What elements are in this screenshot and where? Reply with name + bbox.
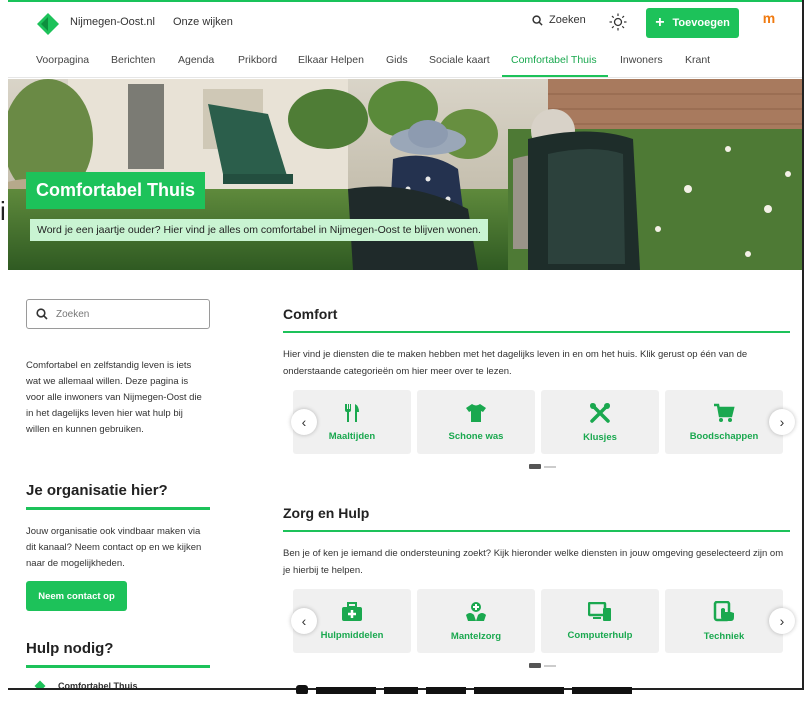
nav-inwoners[interactable]: Inwoners [620,54,663,66]
contact-button[interactable]: Neem contact op [26,581,127,611]
site-logo-icon[interactable] [36,12,60,36]
search-icon [36,308,48,320]
nav-berichten[interactable]: Berichten [111,54,155,66]
help-link[interactable]: Comfortabel Thuis [34,680,138,690]
zorg-text: Ben je of ken je iemand die ondersteunin… [283,548,784,576]
carousel-dot[interactable] [544,664,556,667]
toevoegen-button[interactable]: + Toevoegen [646,8,739,38]
card-label: Mantelzorg [450,630,502,642]
top-bar: Nijmegen-Oost.nl Onze wijken Zoeken + To… [8,0,802,44]
zorg-heading-line [283,530,790,532]
site-logo-icon [34,680,46,688]
nav-voorpagina[interactable]: Voorpagina [36,54,89,66]
card-techniek[interactable]: Techniek [665,589,783,653]
help-link-label: Comfortabel Thuis [58,681,138,690]
nav-comfortabel-thuis[interactable]: Comfortabel Thuis [511,54,597,66]
tools-icon [590,402,610,423]
cutlery-icon [345,403,359,422]
org-heading-line [26,507,210,510]
card-label: Boodschappen [689,430,759,442]
comfort-prev-arrow[interactable]: ‹ [291,409,317,435]
card-boodschappen[interactable]: Boodschappen [665,390,783,454]
card-label: Computerhulp [567,629,633,641]
site-name[interactable]: Nijmegen-Oost.nl [70,16,155,28]
overlapping-text-fragment [296,680,766,694]
carousel-dot[interactable] [544,465,556,468]
nav-elkaar-helpen[interactable]: Elkaar Helpen [298,54,364,66]
onze-wijken-link[interactable]: Onze wijken [173,16,233,28]
card-klusjes[interactable]: Klusjes [541,390,659,454]
search-icon [532,14,543,26]
nav-prikbord[interactable]: Prikbord [238,54,277,66]
card-label: Schone was [448,430,504,442]
org-text: Jouw organisatie ook vindbaar maken via … [26,526,202,569]
help-heading-line [26,665,210,668]
top-search[interactable]: Zoeken [532,14,586,26]
card-schone-was[interactable]: Schone was [417,390,535,454]
nav-gids[interactable]: Gids [386,54,408,66]
theme-toggle-sun-icon[interactable] [609,13,627,31]
carousel-dot-active[interactable] [529,663,541,668]
sidebar-search-input[interactable]: Zoeken [26,299,210,329]
hero-title: Comfortabel Thuis [26,172,206,209]
nav-krant[interactable]: Krant [685,54,710,66]
toevoegen-label: Toevoegen [672,17,730,29]
nav-sociale-kaart[interactable]: Sociale kaart [429,54,490,66]
hero-subtitle: Word je een jaartje ouder? Hier vind je … [30,219,488,241]
comfort-heading-line [283,331,790,333]
screenshot-frame: i Nijmegen-Oost.nl Onze wijken Zoeken + … [0,0,810,714]
cut-off-text-strip [296,685,632,694]
comfort-heading: Comfort [283,306,338,322]
org-heading: Je organisatie hier? [26,482,168,499]
zorg-next-arrow[interactable]: › [769,608,795,634]
nav-agenda[interactable]: Agenda [178,54,214,66]
computer-icon [588,601,611,621]
partner-logo[interactable]: m [760,10,778,34]
nav-active-underline [502,75,608,77]
page: Nijmegen-Oost.nl Onze wijken Zoeken + To… [8,0,804,690]
carousel-dot-active[interactable] [529,464,541,469]
card-computerhulp[interactable]: Computerhulp [541,589,659,653]
comfort-carousel-dots[interactable] [529,464,556,469]
card-label: Hulpmiddelen [320,629,384,641]
sidebar-intro-text: Comfortabel en zelfstandig leven is iets… [26,360,202,435]
zorg-prev-arrow[interactable]: ‹ [291,608,317,634]
stray-glyph: i [0,196,6,226]
comfort-next-arrow[interactable]: › [769,409,795,435]
comfort-text: Hier vind je diensten die te maken hebbe… [283,349,748,377]
hero-banner: Comfortabel Thuis Word je een jaartje ou… [8,79,802,270]
card-mantelzorg[interactable]: Mantelzorg [417,589,535,653]
card-label: Klusjes [583,431,617,443]
care-hands-icon [466,601,486,621]
top-search-label: Zoeken [549,14,586,26]
main-nav: Voorpagina Berichten Agenda Prikbord Elk… [8,44,802,78]
sidebar-search-placeholder: Zoeken [56,308,90,320]
tablet-hand-icon [713,600,734,621]
zorg-heading: Zorg en Hulp [283,505,370,521]
card-label: Maaltijden [328,430,376,442]
tshirt-icon [466,403,486,422]
help-heading: Hulp nodig? [26,640,114,657]
zorg-carousel-dots[interactable] [529,663,556,668]
medkit-icon [342,601,362,621]
card-label: Techniek [703,630,745,642]
plus-icon: + [655,14,665,31]
cart-icon [714,403,735,422]
